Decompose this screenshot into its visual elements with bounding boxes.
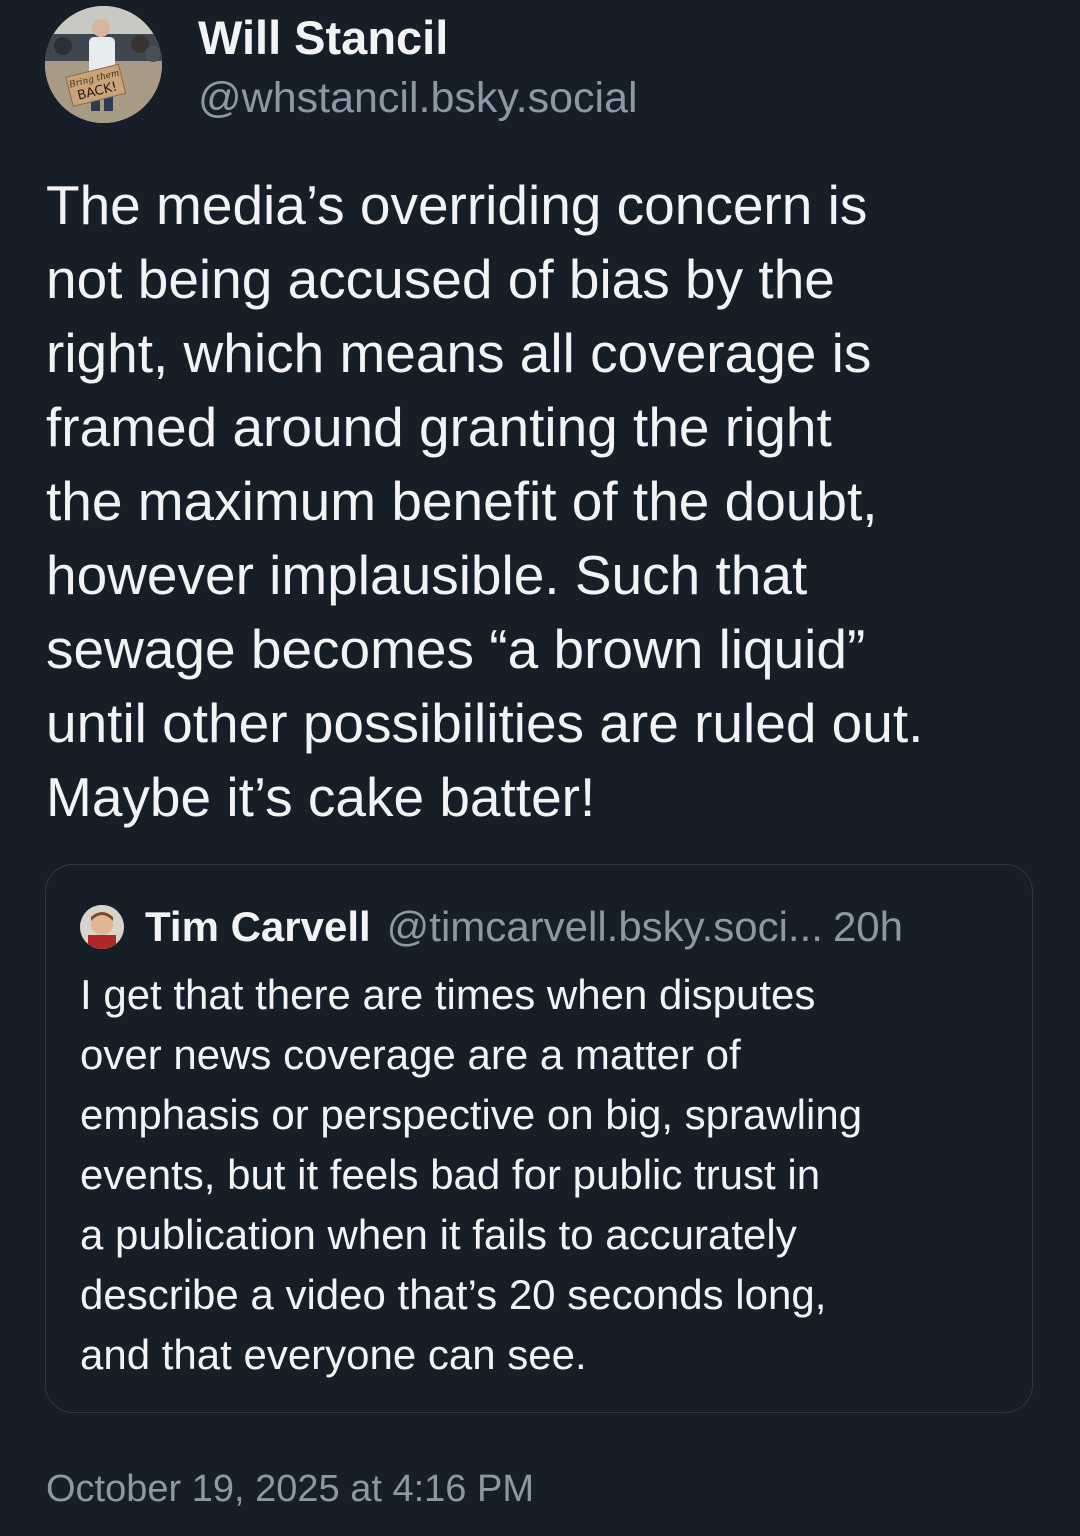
- quoted-post-text: I get that there are times when disputes…: [80, 971, 863, 1378]
- post-text: The media’s overriding concern is not be…: [46, 174, 924, 828]
- quoted-author-avatar[interactable]: [80, 905, 124, 949]
- quoted-author-avatar-image: [80, 905, 124, 949]
- quoted-post-header: Tim Carvell @timcarvell.bsky.soci... 20h: [80, 901, 1010, 953]
- author-avatar[interactable]: Bring them BACK!: [45, 6, 162, 123]
- post-timestamp: October 19, 2025 at 4:16 PM: [46, 1468, 534, 1510]
- quoted-post-card[interactable]: Tim Carvell @timcarvell.bsky.soci... 20h…: [45, 864, 1033, 1413]
- author-handle[interactable]: @whstancil.bsky.social: [198, 74, 638, 123]
- post-container: Bring them BACK! Will Stancil @whstancil…: [0, 0, 1080, 1536]
- author-avatar-image: Bring them BACK!: [45, 6, 162, 123]
- quoted-author-display-name[interactable]: Tim Carvell: [145, 903, 371, 951]
- quoted-author-handle[interactable]: @timcarvell.bsky.soci...: [387, 903, 823, 951]
- quoted-post-time: 20h: [832, 903, 904, 950]
- author-display-name[interactable]: Will Stancil: [198, 10, 448, 65]
